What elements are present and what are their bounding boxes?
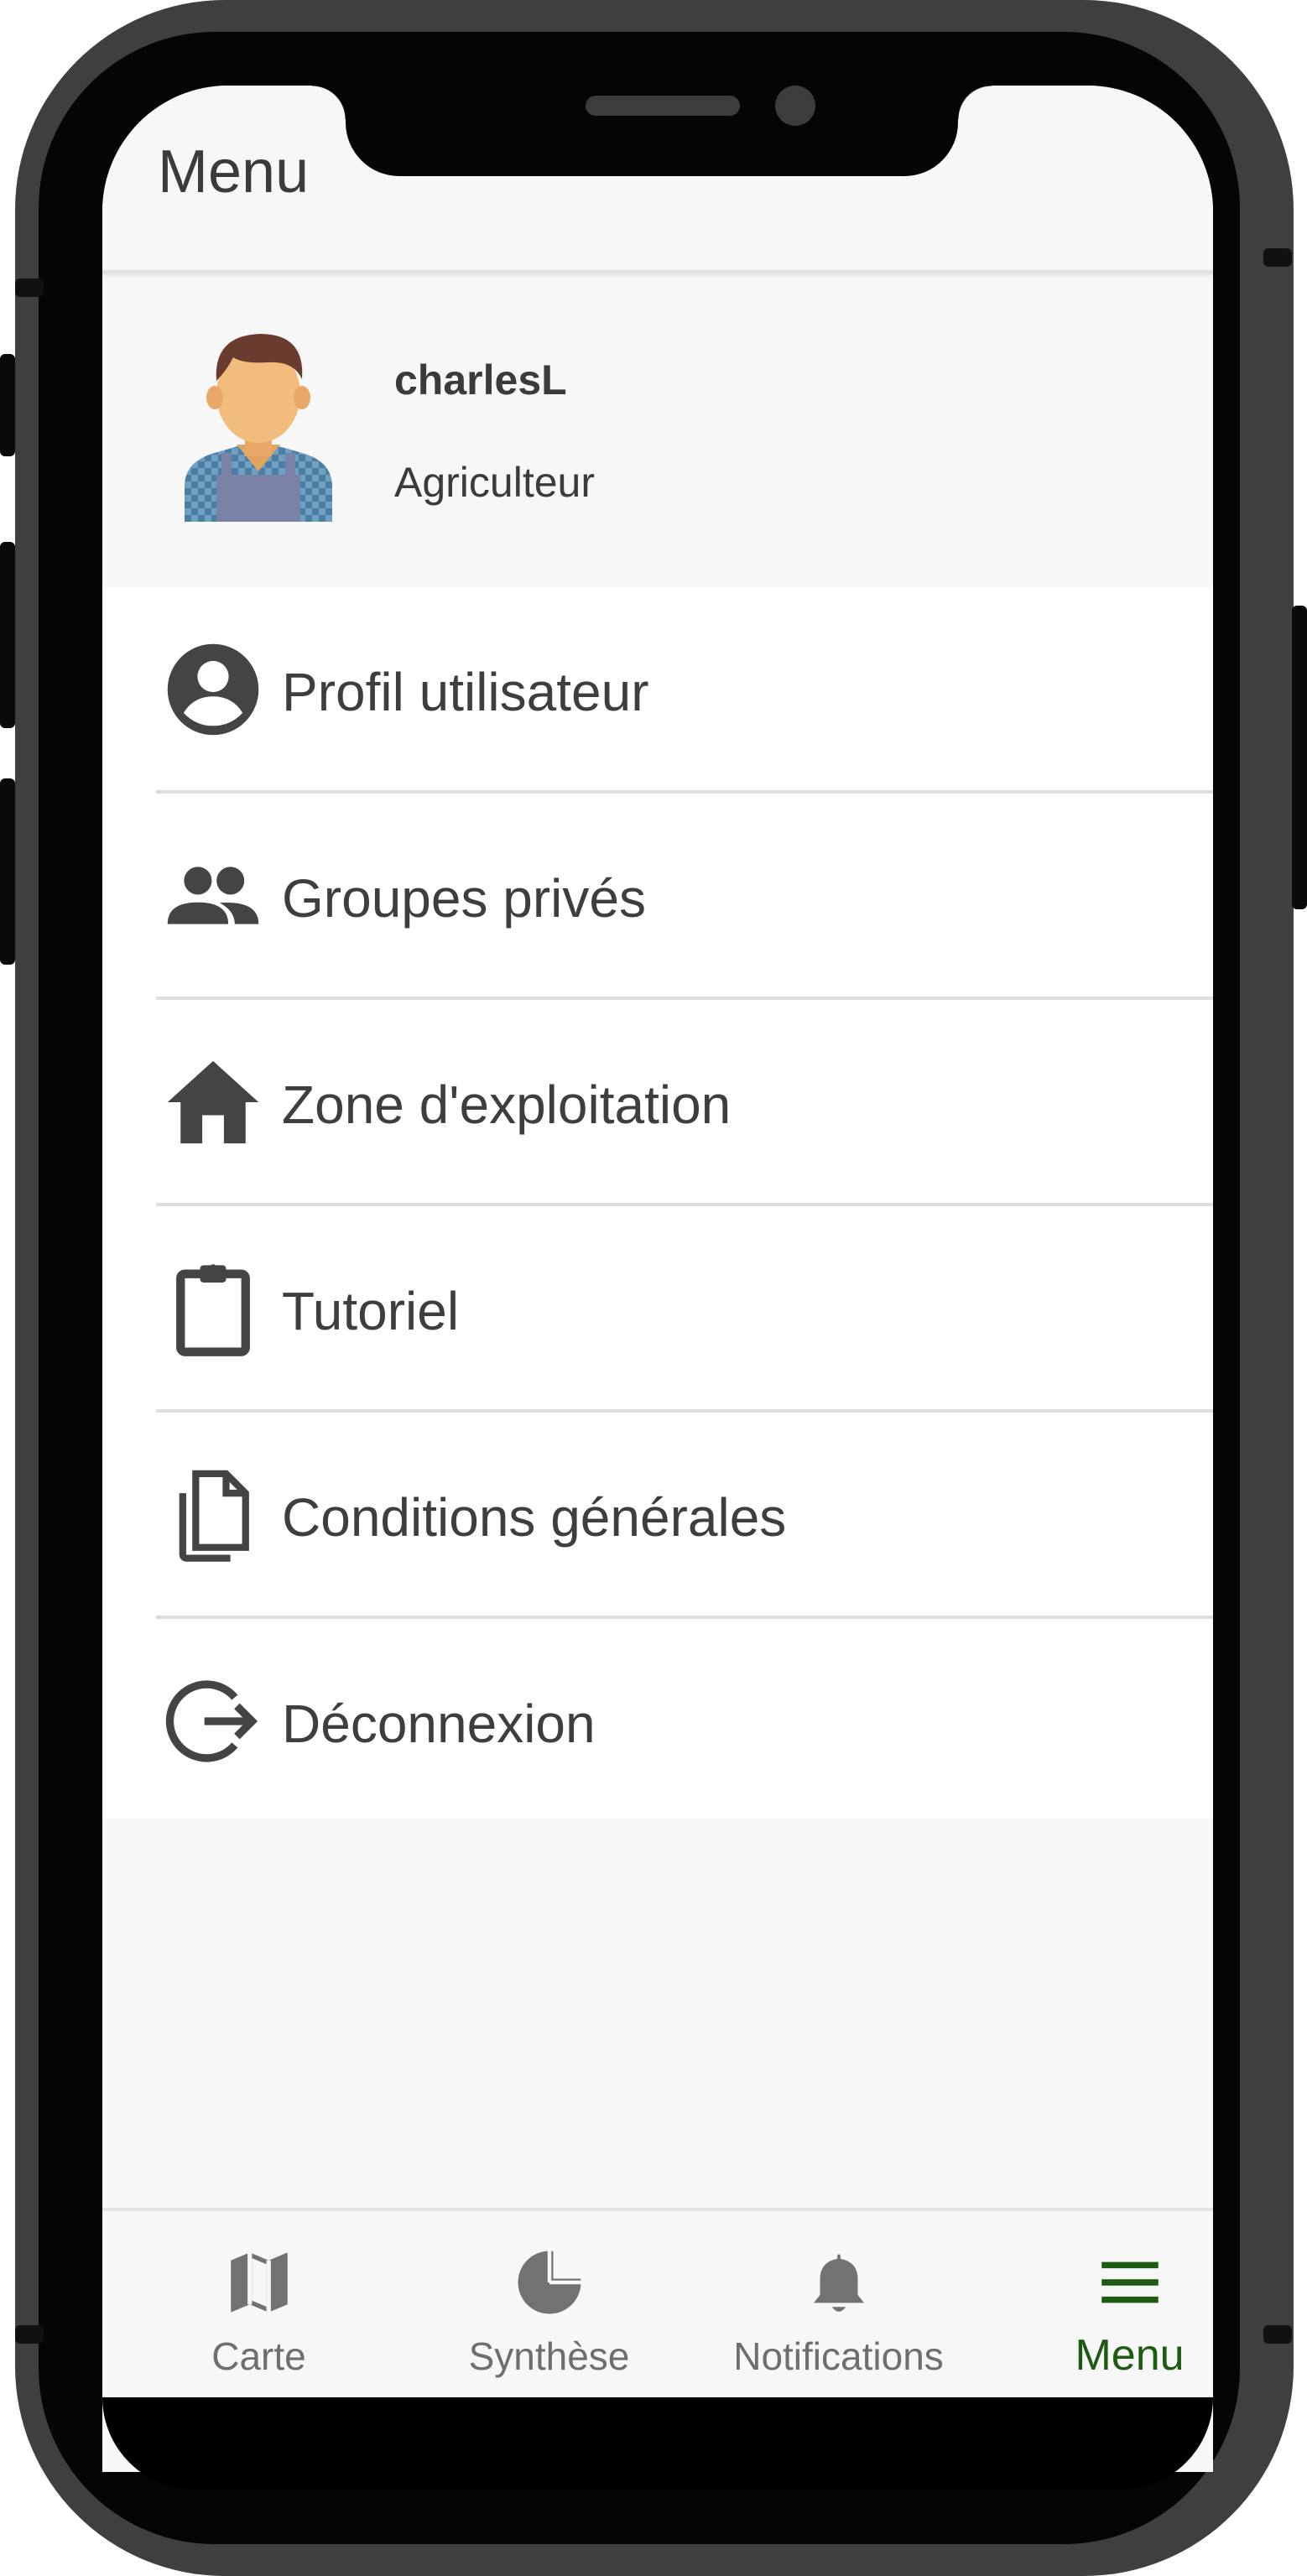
phone-screen: Menu charlesL Agriculteur Profil utilisa… — [102, 86, 1213, 2472]
menu-item-groupes-prives[interactable]: Groupes privés — [102, 794, 1213, 1000]
menu-item-label: Zone d'exploitation — [282, 1075, 732, 1135]
screen-bottom-bezel — [102, 2397, 1213, 2490]
antenna-line — [15, 2325, 44, 2344]
avatar — [185, 334, 332, 522]
clipboard-icon — [176, 1264, 250, 1356]
menu-item-label: Tutoriel — [282, 1281, 460, 1341]
power-button — [1292, 606, 1307, 909]
documents-icon — [179, 1470, 249, 1562]
nav-label: Menu — [1075, 2331, 1185, 2380]
nav-label: Synthèse — [468, 2334, 630, 2378]
nav-label: Carte — [211, 2334, 306, 2378]
nav-item-carte[interactable]: Carte — [120, 2211, 398, 2404]
nav-item-menu[interactable]: Menu — [991, 2211, 1213, 2404]
menu-list: Profil utilisateur Groupes privés Zone d… — [102, 587, 1213, 1819]
antenna-line — [15, 278, 44, 297]
mute-switch — [0, 354, 15, 456]
speaker-grille — [586, 96, 740, 116]
home-icon — [167, 1060, 259, 1144]
menu-item-label: Conditions générales — [282, 1487, 787, 1548]
logout-icon — [165, 1680, 258, 1762]
menu-item-tutoriel[interactable]: Tutoriel — [102, 1206, 1213, 1413]
bell-icon — [813, 2254, 864, 2312]
menu-item-label: Groupes privés — [282, 868, 646, 929]
pie-chart-icon — [518, 2249, 582, 2314]
account-circle-icon — [167, 643, 259, 736]
menu-item-label: Profil utilisateur — [282, 662, 649, 722]
people-icon — [167, 866, 259, 924]
nav-label: Notifications — [733, 2334, 944, 2378]
profile-card: charlesL Agriculteur — [102, 277, 1213, 587]
menu-icon — [1101, 2261, 1159, 2303]
user-role: Agriculteur — [394, 459, 595, 506]
username: charlesL — [394, 356, 567, 403]
phone-notch — [312, 86, 992, 176]
bottom-nav: Carte Synthèse Notifications Menu — [102, 2208, 1213, 2401]
antenna-line — [1263, 2325, 1292, 2344]
antenna-line — [1263, 248, 1292, 267]
nav-item-notifications[interactable]: Notifications — [700, 2211, 977, 2404]
map-icon — [230, 2252, 288, 2313]
menu-item-profil-utilisateur[interactable]: Profil utilisateur — [102, 587, 1213, 794]
menu-item-label: Déconnexion — [282, 1694, 596, 1754]
menu-item-zone-exploitation[interactable]: Zone d'exploitation — [102, 1000, 1213, 1206]
menu-item-deconnexion[interactable]: Déconnexion — [102, 1619, 1213, 1825]
menu-item-conditions-generales[interactable]: Conditions générales — [102, 1413, 1213, 1619]
volume-down-button — [0, 778, 15, 965]
front-camera — [775, 86, 815, 126]
page-title: Menu — [158, 138, 310, 206]
volume-up-button — [0, 542, 15, 728]
nav-item-synthese[interactable]: Synthèse — [410, 2211, 688, 2404]
